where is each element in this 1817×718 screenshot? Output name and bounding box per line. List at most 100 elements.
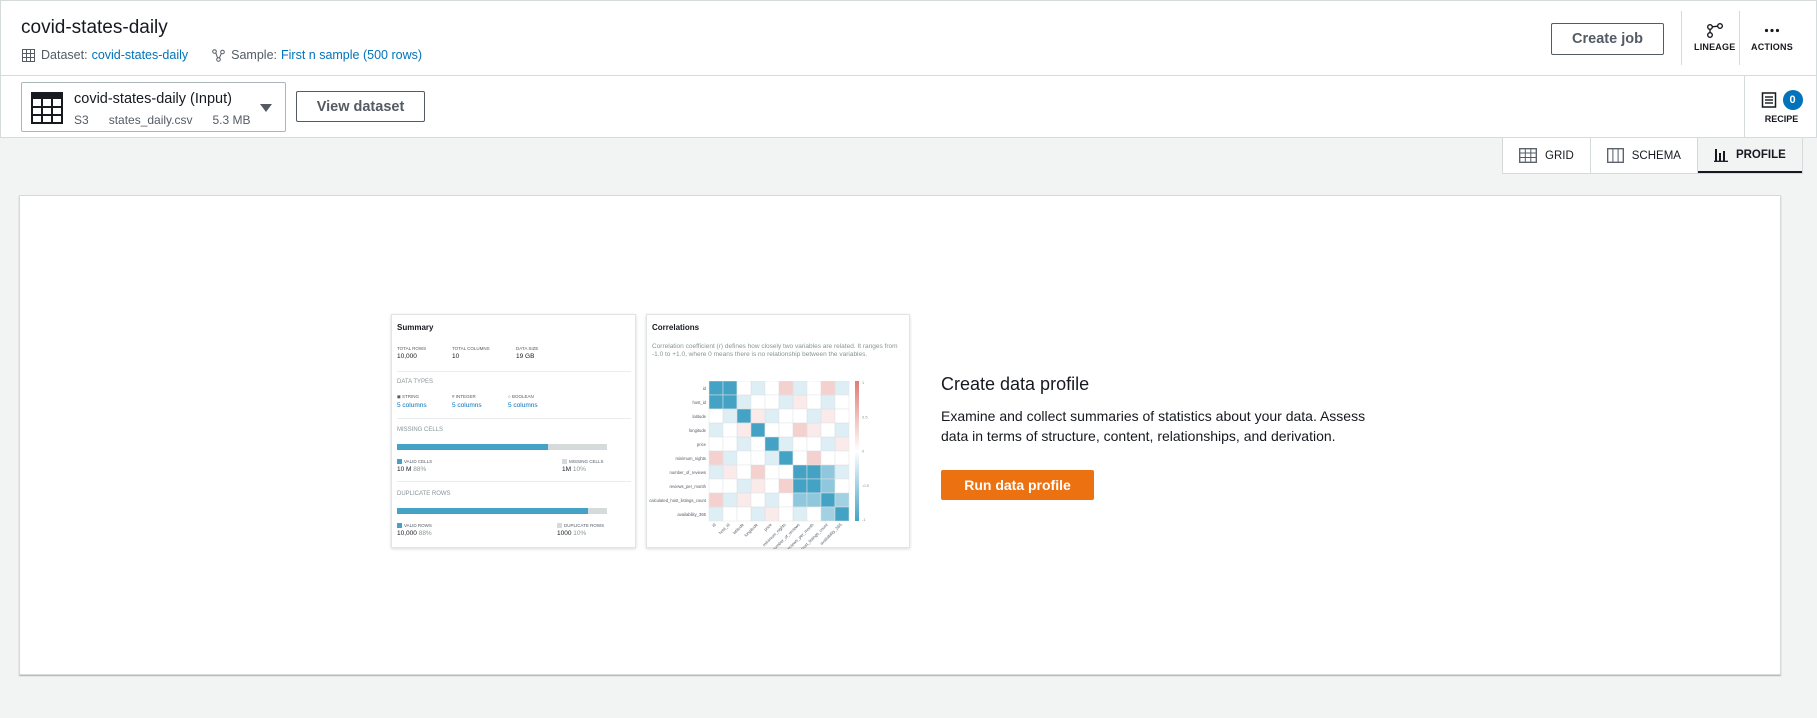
heatmap-cell bbox=[722, 506, 738, 522]
heatmap-cell bbox=[708, 450, 724, 466]
dataset-bar: covid-states-daily (Input) S3 states_dai… bbox=[0, 76, 1817, 138]
dataset-selector[interactable]: covid-states-daily (Input) S3 states_dai… bbox=[21, 82, 286, 132]
missing-swatch bbox=[562, 459, 567, 464]
heatmap-cell bbox=[834, 450, 850, 466]
heatmap-cell bbox=[806, 422, 822, 438]
heatmap-cell bbox=[736, 492, 752, 508]
caret-down-icon[interactable] bbox=[260, 104, 272, 112]
heatmap-cell bbox=[764, 408, 780, 424]
heatmap-cell bbox=[750, 381, 766, 396]
view-dataset-button[interactable]: View dataset bbox=[296, 91, 425, 122]
heatmap-cell bbox=[820, 506, 836, 522]
heatmap-cell bbox=[750, 422, 766, 438]
profile-icon bbox=[1713, 148, 1728, 162]
heatmap-cell bbox=[806, 394, 822, 410]
heatmap-cell bbox=[834, 464, 850, 480]
lineage-button[interactable]: LINEAGE bbox=[1694, 23, 1735, 52]
heatmap-cell bbox=[736, 478, 752, 494]
heatmap-row-label: host_id bbox=[692, 400, 706, 405]
table-icon bbox=[22, 48, 35, 62]
heatmap-cell bbox=[806, 464, 822, 480]
heatmap-column-label: host_id bbox=[718, 522, 732, 536]
summary-preview-card: Summary TOTAL ROWS 10,000 TOTAL COLUMNS … bbox=[391, 314, 636, 548]
heatmap-column-label: price bbox=[763, 522, 773, 532]
heatmap-row-label: price bbox=[697, 442, 707, 447]
heatmap-cell bbox=[736, 394, 752, 410]
create-job-button[interactable]: Create job bbox=[1551, 23, 1664, 55]
heatmap-cell bbox=[806, 408, 822, 424]
heatmap-cell bbox=[778, 506, 794, 522]
tab-schema[interactable]: SCHEMA bbox=[1591, 138, 1698, 173]
heatmap-cell bbox=[750, 450, 766, 466]
correlations-description: Correlation coefficient (r) defines how … bbox=[652, 343, 898, 358]
run-data-profile-button[interactable]: Run data profile bbox=[941, 470, 1094, 500]
heatmap-cell bbox=[736, 381, 752, 396]
sample-label: Sample: bbox=[231, 48, 277, 62]
heatmap-cell bbox=[722, 464, 738, 480]
heatmap-cell bbox=[750, 478, 766, 494]
heatmap-cell bbox=[820, 408, 836, 424]
heatmap-row-label: calculated_host_listings_count bbox=[649, 498, 707, 503]
sample-link[interactable]: First n sample (500 rows) bbox=[281, 48, 422, 62]
valid-rows-swatch bbox=[397, 523, 402, 528]
heatmap-cell bbox=[792, 464, 808, 480]
heatmap-cell bbox=[778, 492, 794, 508]
heatmap-cell bbox=[806, 450, 822, 466]
heatmap-cell bbox=[736, 506, 752, 522]
actions-button[interactable]: ACTIONS bbox=[1751, 23, 1793, 52]
heatmap-cell bbox=[708, 478, 724, 494]
lineage-label: LINEAGE bbox=[1694, 42, 1736, 52]
heatmap-cell bbox=[778, 436, 794, 452]
tab-grid[interactable]: GRID bbox=[1503, 138, 1591, 173]
summary-title: Summary bbox=[397, 323, 434, 332]
heatmap-cell bbox=[820, 492, 836, 508]
heatmap-cell bbox=[834, 492, 850, 508]
heatmap-cell bbox=[722, 436, 738, 452]
heatmap-cell bbox=[834, 408, 850, 424]
page-title: covid-states-daily bbox=[21, 17, 168, 38]
heatmap-cell bbox=[764, 394, 780, 410]
create-profile-description: Examine and collect summaries of statist… bbox=[941, 408, 1366, 444]
heatmap-cell bbox=[820, 436, 836, 452]
heatmap-cell bbox=[722, 381, 738, 396]
heatmap-cell bbox=[764, 464, 780, 480]
correlation-heatmap: ididhost_idhost_idlatitudelatitudelongit… bbox=[649, 381, 870, 549]
heatmap-scale-tick: 0.5 bbox=[862, 414, 868, 419]
heatmap-cell bbox=[736, 450, 752, 466]
heatmap-cell bbox=[806, 478, 822, 494]
heatmap-cell bbox=[834, 422, 850, 438]
heatmap-cell bbox=[750, 394, 766, 410]
heatmap-cell bbox=[708, 381, 724, 396]
heatmap-cell bbox=[834, 394, 850, 410]
heatmap-cell bbox=[834, 381, 850, 396]
lineage-icon bbox=[1706, 23, 1723, 38]
recipe-button[interactable]: 0 RECIPE bbox=[1744, 76, 1817, 138]
valid-rows-fill bbox=[397, 508, 589, 514]
recipe-icon bbox=[1761, 92, 1776, 108]
valid-rows-label: VALID ROWS bbox=[404, 523, 432, 528]
tab-schema-label: SCHEMA bbox=[1631, 149, 1681, 162]
page-header: covid-states-daily Dataset: covid-states… bbox=[0, 0, 1817, 76]
heatmap-cell bbox=[778, 394, 794, 410]
data-size-label: DATA SIZE bbox=[516, 346, 539, 351]
heatmap-scale-bar bbox=[855, 381, 859, 521]
tab-profile[interactable]: PROFILE bbox=[1697, 138, 1802, 173]
total-rows-label: TOTAL ROWS bbox=[397, 346, 427, 351]
total-columns-value: 10 bbox=[452, 353, 460, 360]
heatmap-cell bbox=[834, 436, 850, 452]
heatmap-cell bbox=[778, 408, 794, 424]
dataset-link[interactable]: covid-states-daily bbox=[92, 48, 189, 62]
heatmap-cell bbox=[764, 492, 780, 508]
missing-cells-bar bbox=[397, 444, 607, 450]
heatmap-scale-tick: 0 bbox=[862, 449, 865, 454]
type-integer-value: 5 columns bbox=[452, 402, 482, 409]
heatmap-cell bbox=[736, 408, 752, 424]
heatmap-cell bbox=[708, 408, 724, 424]
heatmap-cell bbox=[820, 394, 836, 410]
heatmap-column-label: longitude bbox=[743, 522, 759, 538]
heatmap-row-label: id bbox=[703, 386, 707, 391]
heatmap-cell bbox=[750, 436, 766, 452]
type-string-value: 5 columns bbox=[397, 402, 427, 409]
valid-cells-label: VALID CELLS bbox=[404, 459, 433, 464]
heatmap-row-label: minimum_nights bbox=[676, 456, 707, 461]
